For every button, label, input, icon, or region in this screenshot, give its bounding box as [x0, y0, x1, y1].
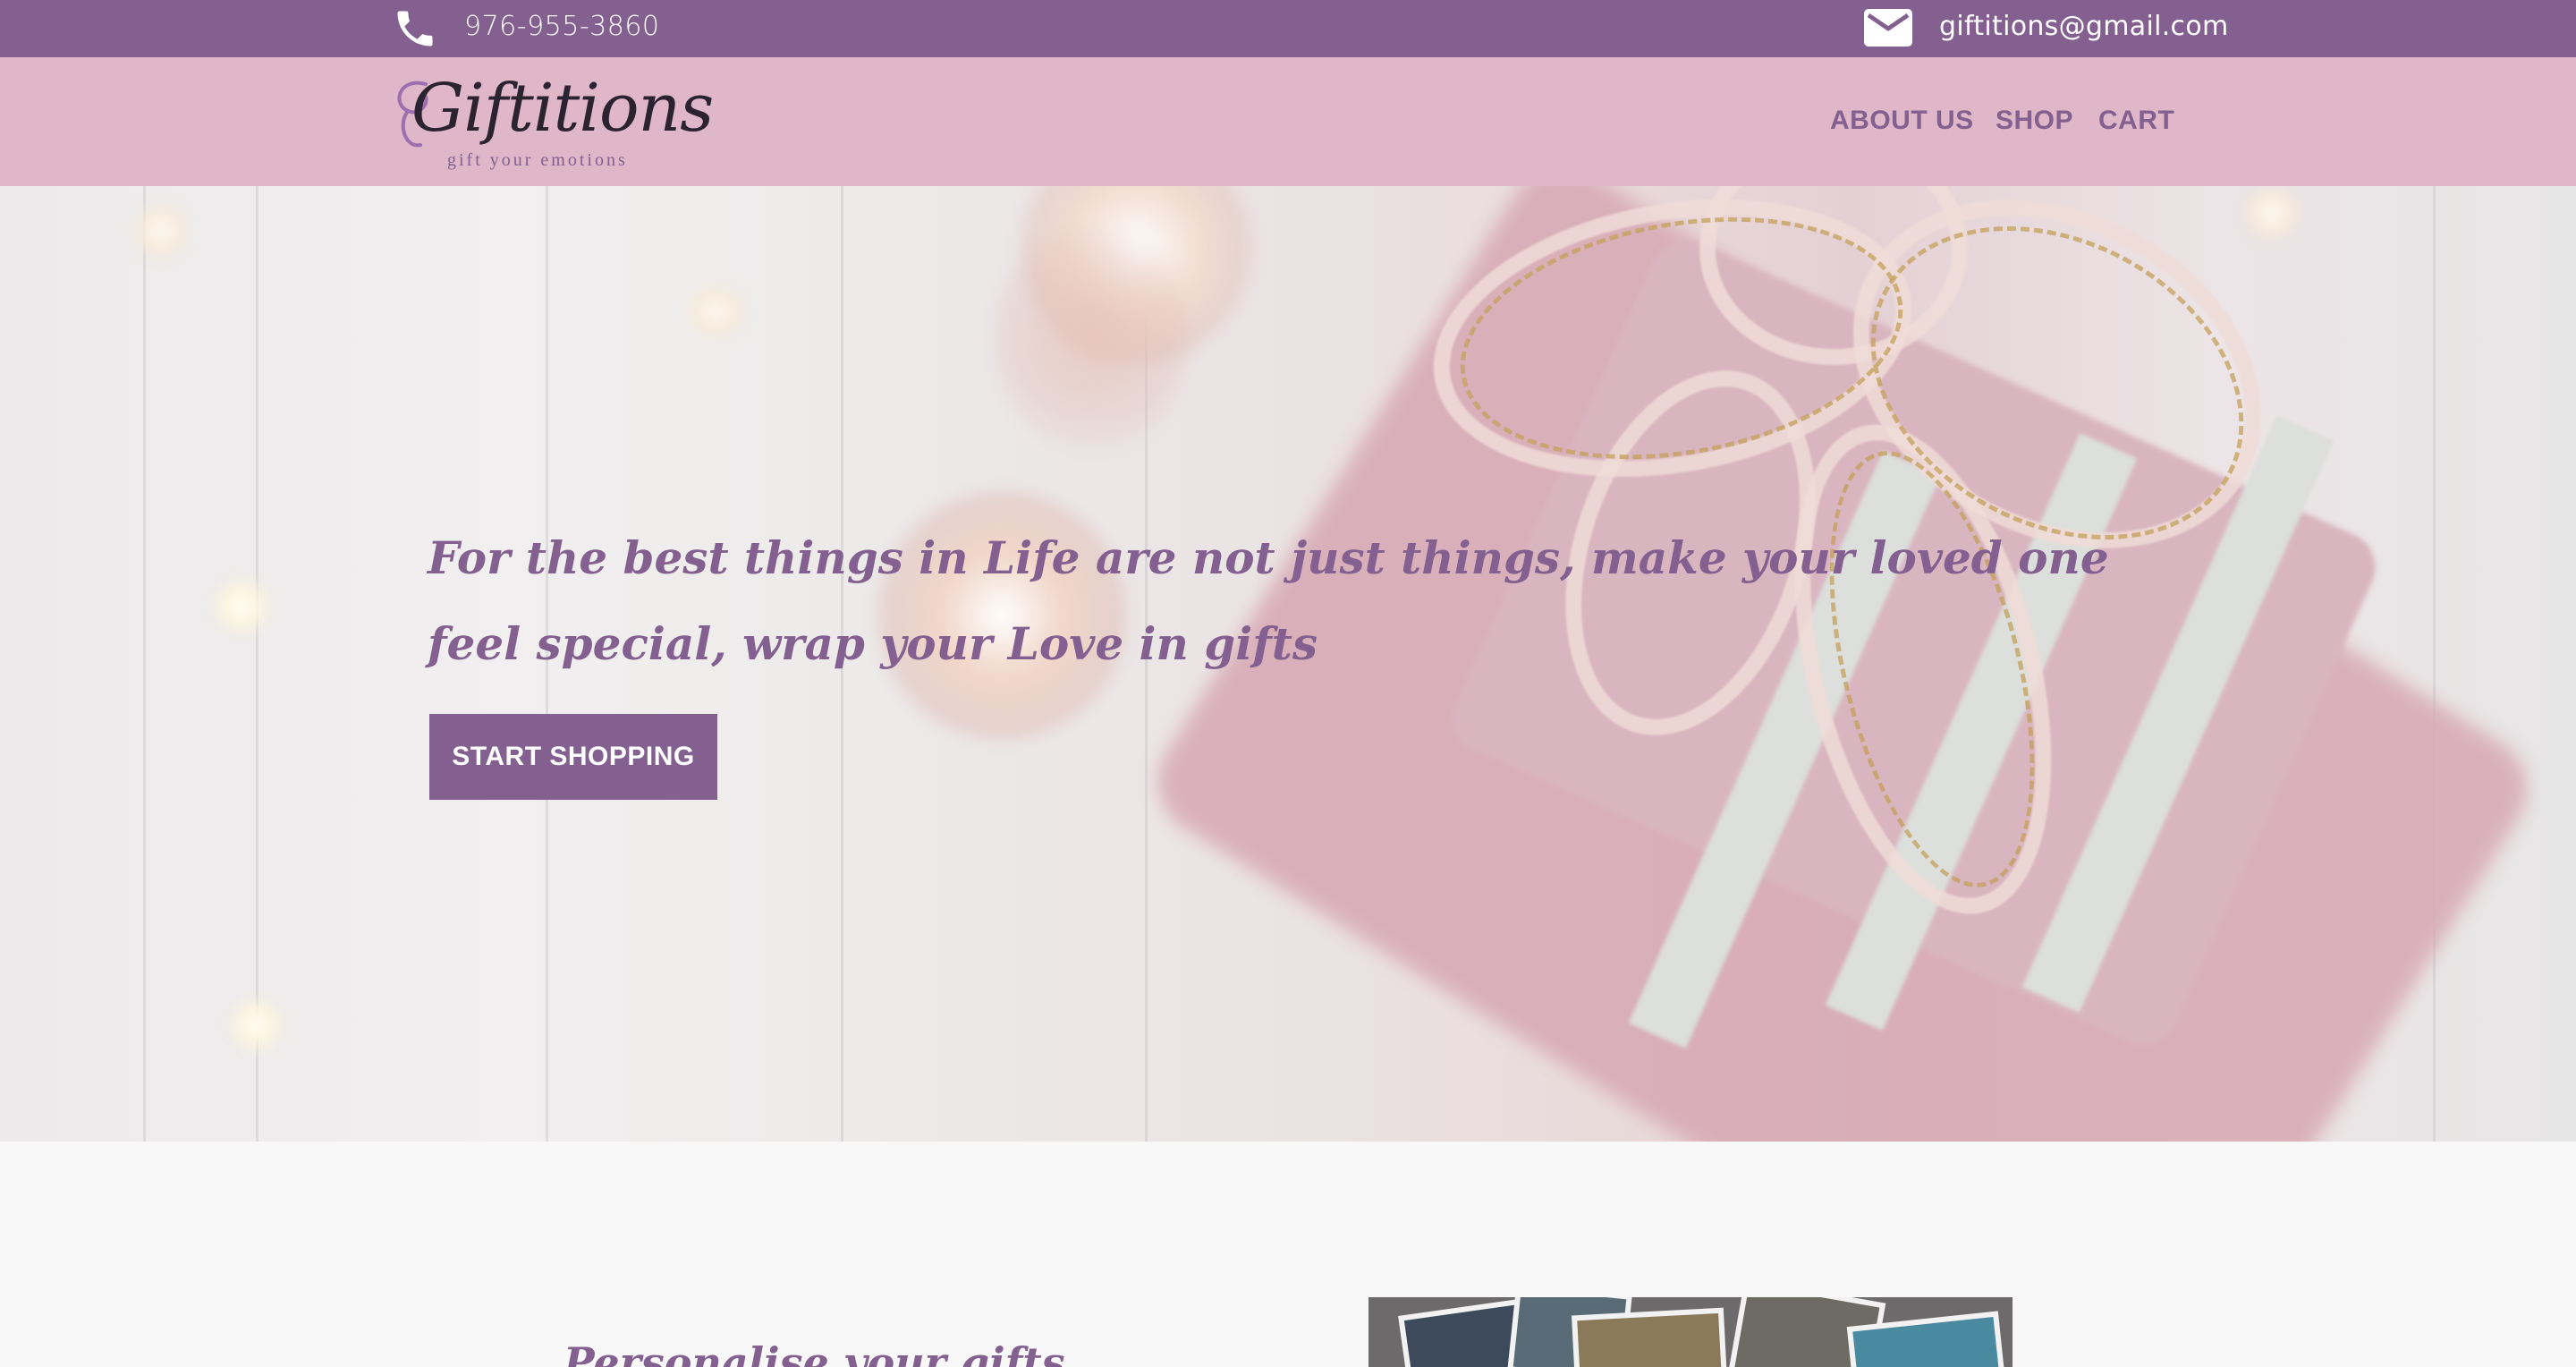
logo-wordmark: Giftitions	[411, 70, 714, 147]
site-header: Giftitions gift your emotions ABOUT US S…	[0, 57, 2576, 186]
site-logo[interactable]: Giftitions gift your emotions	[390, 68, 714, 175]
nav-about-us[interactable]: ABOUT US	[1830, 106, 1974, 136]
start-shopping-button[interactable]: START SHOPPING	[429, 714, 717, 800]
logo-tagline: gift your emotions	[447, 150, 628, 170]
photos-image	[1368, 1297, 2012, 1367]
email-address[interactable]: giftitions@gmail.com	[1939, 11, 2229, 42]
phone-icon	[397, 11, 433, 47]
top-contact-bar: 976-955-3860 giftitions@gmail.com	[0, 0, 2576, 57]
nav-shop[interactable]: SHOP	[1996, 106, 2073, 136]
hero-tagline: For the best things in Life are not just…	[428, 531, 2109, 670]
mail-icon	[1864, 9, 1912, 47]
section-heading: Personalise your gifts	[564, 1338, 1065, 1367]
nav-cart[interactable]: CART	[2098, 106, 2174, 136]
phone-number[interactable]: 976-955-3860	[464, 11, 660, 42]
hero-banner: For the best things in Life are not just…	[0, 186, 2576, 1142]
